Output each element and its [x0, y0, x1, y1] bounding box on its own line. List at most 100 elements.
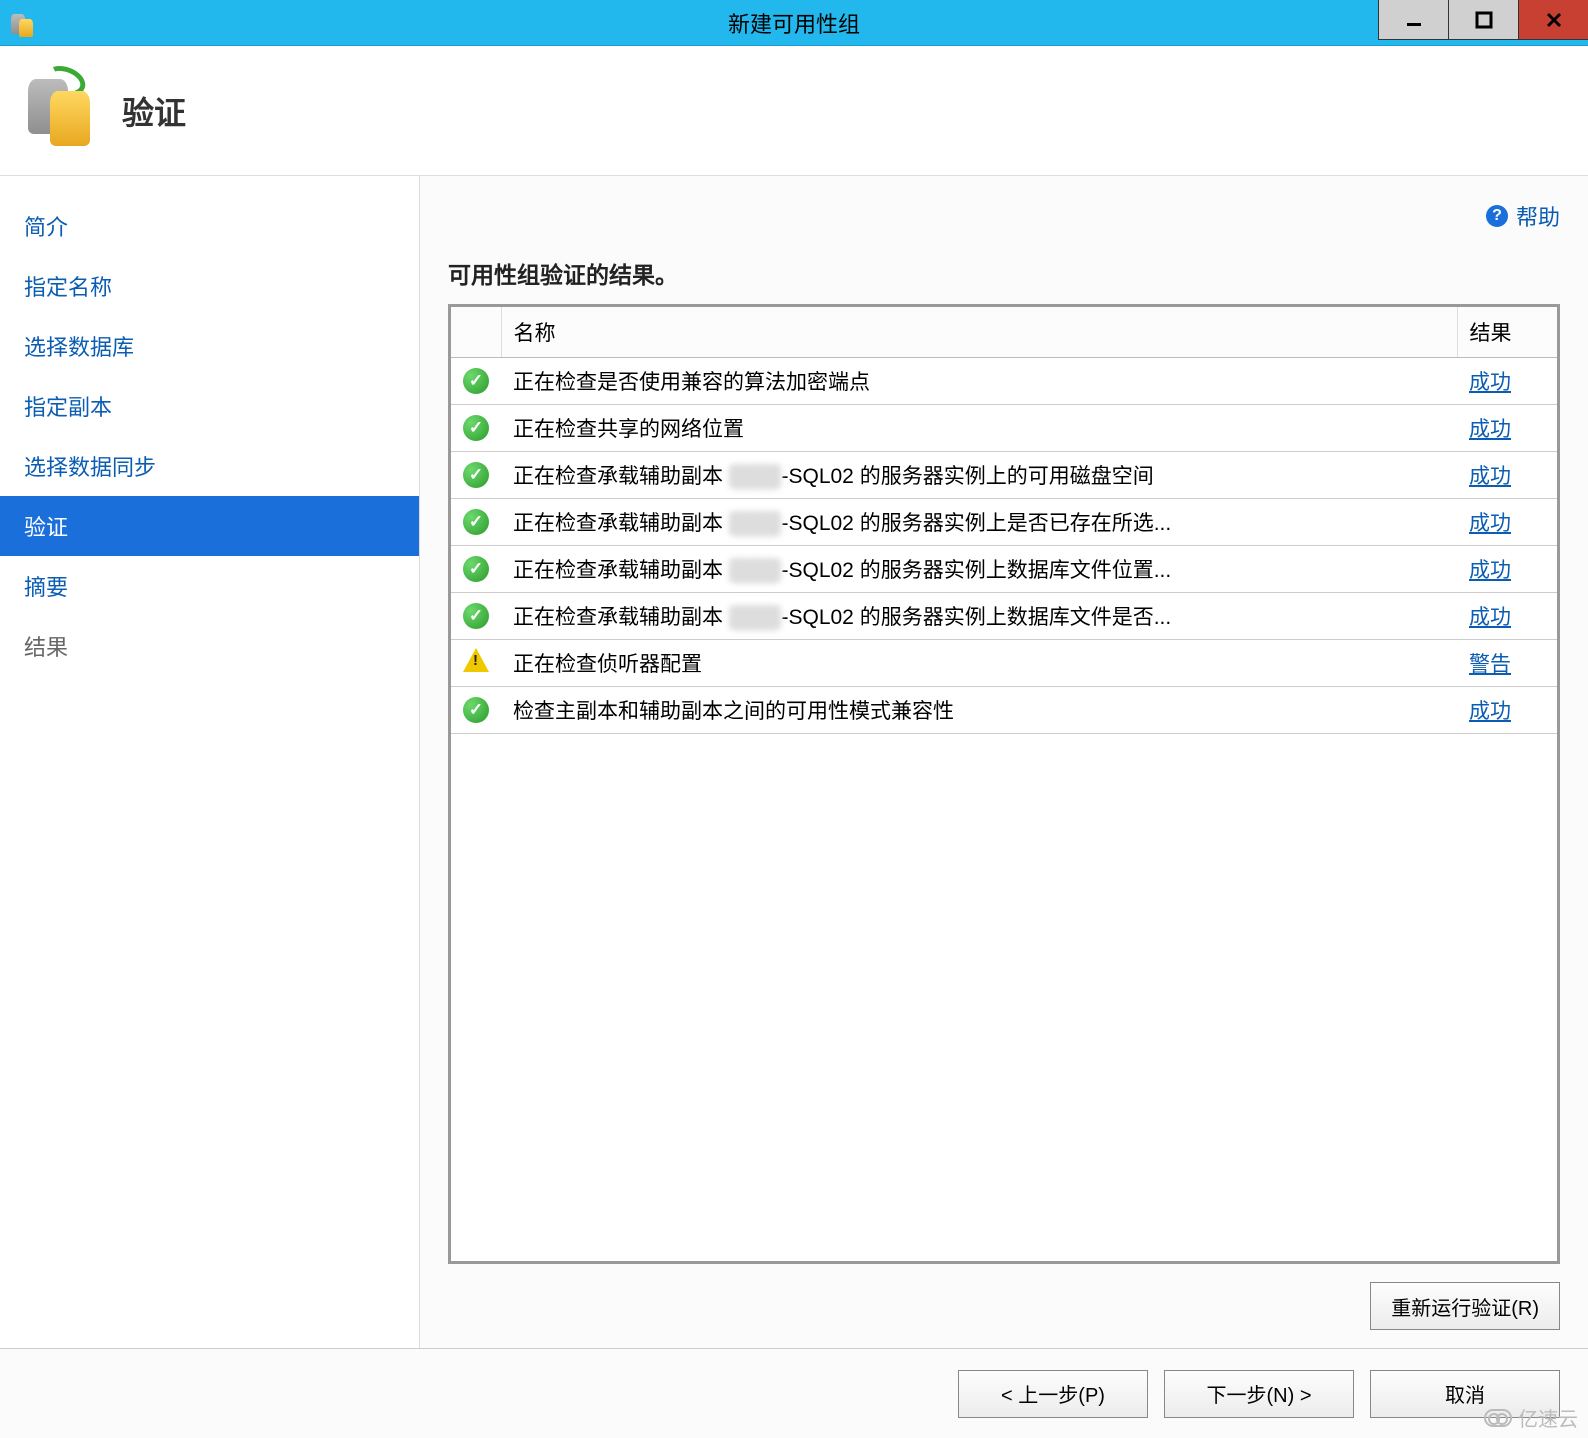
- cancel-button[interactable]: 取消: [1370, 1370, 1560, 1418]
- sidebar-item-specify-name[interactable]: 指定名称: [0, 256, 419, 316]
- sidebar-item-summary[interactable]: 摘要: [0, 556, 419, 616]
- validation-results-table: 名称 结果 ✓正在检查是否使用兼容的算法加密端点成功✓正在检查共享的网络位置成功…: [448, 304, 1560, 1264]
- result-cell: 成功: [1457, 499, 1557, 546]
- name-text: 正在检查侦听器配置: [513, 653, 702, 676]
- redacted-text: ███: [729, 465, 782, 488]
- success-icon: ✓: [463, 556, 489, 582]
- col-icon: [451, 307, 501, 358]
- result-link[interactable]: 成功: [1469, 559, 1511, 582]
- name-text: 正在检查承载辅助副本: [513, 512, 729, 535]
- name-cell: 正在检查共享的网络位置: [501, 405, 1457, 452]
- result-cell: 成功: [1457, 546, 1557, 593]
- result-cell: 成功: [1457, 358, 1557, 405]
- validation-heading: 可用性组验证的结果。: [448, 256, 1560, 290]
- table-row: 正在检查侦听器配置 警告: [451, 640, 1557, 687]
- table-row: ✓ 检查主副本和辅助副本之间的可用性模式兼容性 成功: [451, 687, 1557, 734]
- rerun-row: 重新运行验证(R): [448, 1264, 1560, 1348]
- result-link[interactable]: 成功: [1469, 512, 1511, 535]
- warning-icon: [463, 648, 489, 672]
- titlebar: 新建可用性组: [0, 0, 1588, 46]
- success-icon: ✓: [463, 509, 489, 535]
- wizard-footer: < 上一步(P) 下一步(N) > 取消: [0, 1348, 1588, 1438]
- wizard-main: ? 帮助 可用性组验证的结果。 名称 结果 ✓ 正在检查是否使用兼容的算法加密端点…: [420, 176, 1588, 1348]
- name-text-suffix: -SQL02 的服务器实例上的可用磁盘空间: [781, 465, 1153, 488]
- name-text-suffix: -SQL02 的服务器实例上是否已存在所选...: [781, 512, 1171, 535]
- name-text: 检查主副本和辅助副本之间的可用性模式兼容性: [513, 700, 954, 723]
- sidebar-item-specify-replicas[interactable]: 指定副本: [0, 376, 419, 436]
- success-icon: ✓: [463, 603, 489, 629]
- name-text-suffix: -SQL02 的服务器实例上数据库文件是否...: [781, 606, 1171, 629]
- name-cell: 正在检查承载辅助副本 ███-SQL02 的服务器实例上数据库文件位置...: [501, 546, 1457, 593]
- help-row: ? 帮助: [448, 196, 1560, 236]
- name-text-suffix: -SQL02 的服务器实例上数据库文件位置...: [781, 559, 1171, 582]
- sidebar-item-results: 结果: [0, 616, 419, 676]
- status-cell: ✓: [451, 546, 501, 593]
- wizard-sidebar: 简介 指定名称 选择数据库 指定副本 选择数据同步 验证 摘要 结果: [0, 176, 420, 1348]
- help-link[interactable]: 帮助: [1516, 200, 1560, 232]
- name-cell: 正在检查承载辅助副本 ███-SQL02 的服务器实例上是否已存在所选...: [501, 499, 1457, 546]
- status-cell: ✓: [451, 593, 501, 640]
- status-cell: ✓: [451, 452, 501, 499]
- rerun-validation-button[interactable]: 重新运行验证(R): [1370, 1282, 1560, 1330]
- help-icon[interactable]: ?: [1486, 205, 1508, 227]
- result-cell: 成功: [1457, 687, 1557, 734]
- table-row: ✓ 正在检查承载辅助副本 ███-SQL02 的服务器实例上数据库文件位置... 成…: [451, 546, 1557, 593]
- table-row: ✓ 正在检查承载辅助副本 ███-SQL02 的服务器实例上是否已存在所选... 成…: [451, 499, 1557, 546]
- result-link[interactable]: 成功: [1469, 465, 1511, 488]
- status-cell: ✓: [451, 358, 501, 405]
- result-cell: 成功: [1457, 593, 1557, 640]
- name-text: 正在检查是否使用兼容的算法加密端点: [513, 371, 870, 394]
- close-button[interactable]: [1518, 0, 1588, 40]
- table-row: ✓正在检查承载辅助副本 ███-SQL02 的服务器实例上的可用磁盘空间成功: [451, 452, 1557, 499]
- page-title: 验证: [122, 88, 186, 134]
- success-icon: ✓: [463, 462, 489, 488]
- result-link[interactable]: 成功: [1469, 418, 1511, 441]
- wizard-body: 简介 指定名称 选择数据库 指定副本 选择数据同步 验证 摘要 结果 ? 帮助 …: [0, 176, 1588, 1348]
- name-text: 正在检查承载辅助副本: [513, 606, 729, 629]
- window-controls: [1378, 0, 1588, 40]
- name-text: 正在检查承载辅助副本: [513, 465, 729, 488]
- header-icon: [24, 71, 94, 151]
- result-cell: 成功: [1457, 405, 1557, 452]
- result-link[interactable]: 成功: [1469, 606, 1511, 629]
- success-icon: ✓: [463, 415, 489, 441]
- name-cell: 正在检查承载辅助副本 ███-SQL02 的服务器实例上的可用磁盘空间: [501, 452, 1457, 499]
- sidebar-item-select-databases[interactable]: 选择数据库: [0, 316, 419, 376]
- redacted-text: ███: [729, 606, 782, 629]
- col-name: 名称: [501, 307, 1457, 358]
- status-cell: ✓: [451, 687, 501, 734]
- name-cell: 正在检查侦听器配置: [501, 640, 1457, 687]
- app-icon: [8, 8, 38, 38]
- name-cell: 检查主副本和辅助副本之间的可用性模式兼容性: [501, 687, 1457, 734]
- sidebar-item-intro[interactable]: 简介: [0, 196, 419, 256]
- result-link[interactable]: 警告: [1469, 653, 1511, 676]
- result-link[interactable]: 成功: [1469, 700, 1511, 723]
- status-cell: ✓: [451, 499, 501, 546]
- name-cell: 正在检查是否使用兼容的算法加密端点: [501, 358, 1457, 405]
- status-cell: ✓: [451, 405, 501, 452]
- success-icon: ✓: [463, 368, 489, 394]
- result-cell: 成功: [1457, 452, 1557, 499]
- redacted-text: ███: [729, 559, 782, 582]
- table-row: ✓ 正在检查承载辅助副本 ███-SQL02 的服务器实例上数据库文件是否... 成…: [451, 593, 1557, 640]
- redacted-text: ███: [729, 512, 782, 535]
- name-text: 正在检查共享的网络位置: [513, 418, 744, 441]
- window-title: 新建可用性组: [728, 7, 860, 39]
- minimize-button[interactable]: [1378, 0, 1448, 40]
- table-row: ✓ 正在检查共享的网络位置 成功: [451, 405, 1557, 452]
- sidebar-item-validation[interactable]: 验证: [0, 496, 419, 556]
- result-link[interactable]: 成功: [1469, 371, 1511, 394]
- previous-button[interactable]: < 上一步(P): [958, 1370, 1148, 1418]
- maximize-button[interactable]: [1448, 0, 1518, 40]
- name-text: 正在检查承载辅助副本: [513, 559, 729, 582]
- table-row: ✓ 正在检查是否使用兼容的算法加密端点 成功: [451, 358, 1557, 405]
- col-result: 结果: [1457, 307, 1557, 358]
- next-button[interactable]: 下一步(N) >: [1164, 1370, 1354, 1418]
- table-header-row: 名称 结果: [451, 307, 1557, 358]
- sidebar-item-select-data-sync[interactable]: 选择数据同步: [0, 436, 419, 496]
- success-icon: ✓: [463, 697, 489, 723]
- result-cell: 警告: [1457, 640, 1557, 687]
- wizard-header: 验证: [0, 46, 1588, 176]
- status-cell: [451, 640, 501, 687]
- name-cell: 正在检查承载辅助副本 ███-SQL02 的服务器实例上数据库文件是否...: [501, 593, 1457, 640]
